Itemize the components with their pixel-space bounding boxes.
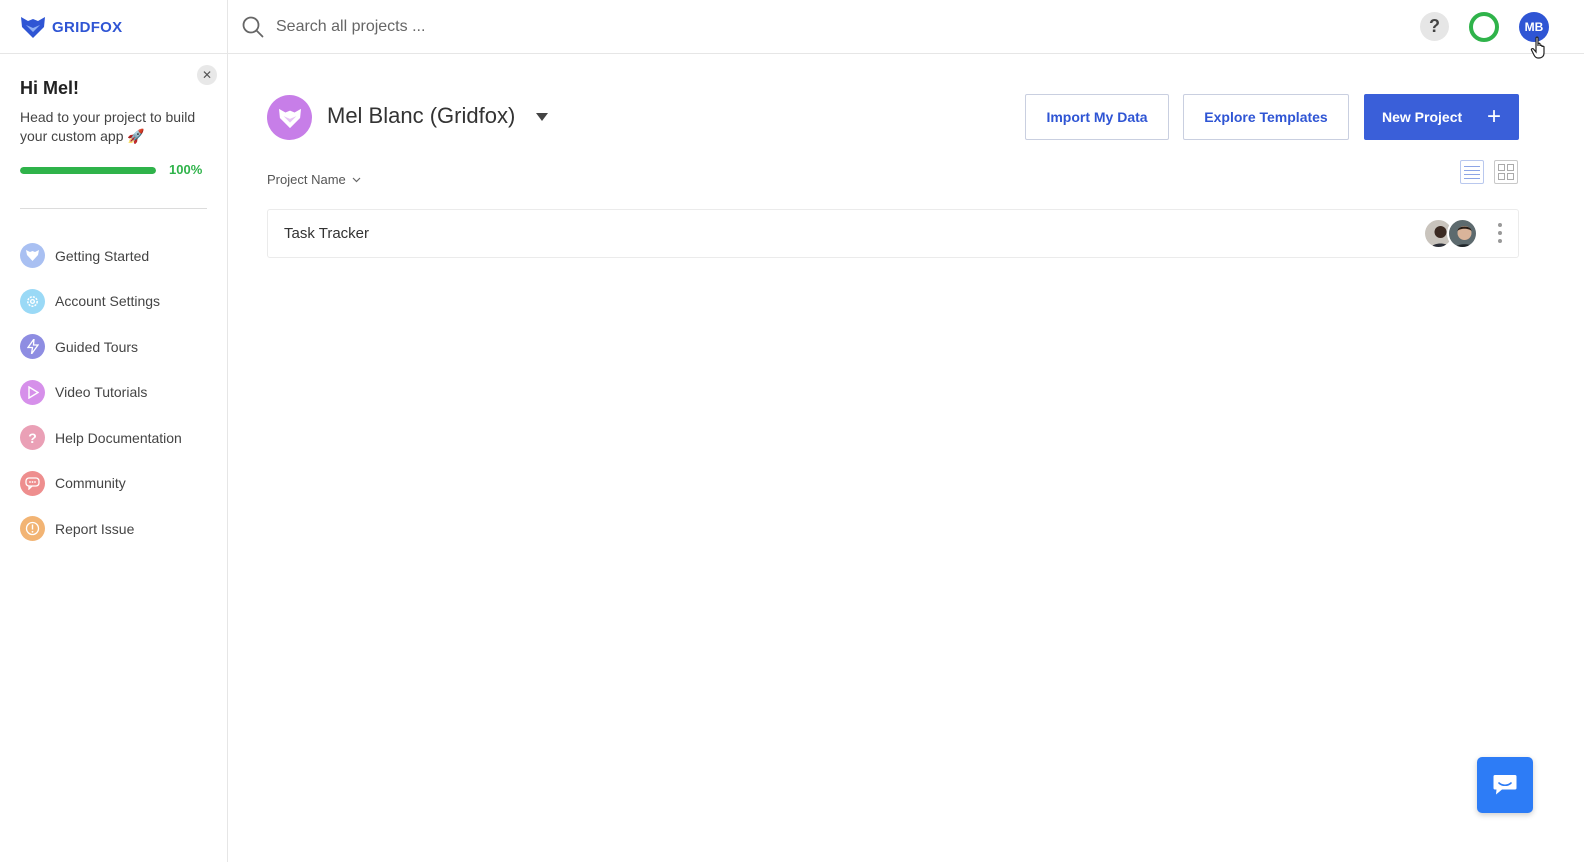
welcome-panel: Hi Mel! Head to your project to build yo…: [20, 78, 215, 146]
sidebar-item-label: Report Issue: [55, 520, 135, 537]
sort-label: Project Name: [267, 172, 346, 187]
list-line: [1464, 165, 1480, 167]
search-icon: [242, 16, 264, 43]
sidebar-item-account-settings[interactable]: Account Settings: [20, 279, 182, 325]
sidebar-item-label: Getting Started: [55, 247, 150, 264]
search-input[interactable]: [276, 12, 876, 42]
workspace-avatar: [267, 95, 312, 140]
more-options-icon[interactable]: [1498, 223, 1502, 243]
main-content: Mel Blanc (Gridfox) Import My Data Explo…: [228, 55, 1584, 862]
sidebar-item-guided-tours[interactable]: Guided Tours: [20, 324, 182, 370]
fox-logo-icon: [278, 108, 301, 128]
sidebar-item-getting-started[interactable]: Getting Started: [20, 233, 182, 279]
help-button[interactable]: ?: [1420, 12, 1449, 41]
import-data-button[interactable]: Import My Data: [1025, 94, 1169, 140]
plus-icon: +: [1486, 103, 1501, 130]
sidebar-item-label: Help Documentation: [55, 429, 182, 446]
sidebar-item-label: Community: [55, 475, 126, 492]
progress-fill: [20, 167, 156, 174]
sidebar-item-community[interactable]: Community: [20, 461, 182, 507]
project-members: [1423, 218, 1478, 249]
list-line: [1464, 169, 1480, 171]
member-avatar: [1447, 218, 1478, 249]
fox-icon: [20, 243, 45, 269]
chat-bubble-icon: [1493, 775, 1517, 795]
grid-cell: [1507, 164, 1514, 171]
sidebar-item-label: Video Tutorials: [55, 384, 148, 401]
logo-text: GRIDFOX: [52, 18, 123, 36]
grid-view-toggle[interactable]: [1494, 160, 1518, 184]
welcome-message: Head to your project to build your custo…: [20, 109, 196, 144]
gridfox-logo[interactable]: GRIDFOX: [20, 14, 122, 40]
sidebar-item-video-tutorials[interactable]: Video Tutorials: [20, 370, 182, 416]
list-view-toggle[interactable]: [1460, 160, 1484, 184]
project-row[interactable]: Task Tracker: [267, 209, 1519, 258]
help-icon: ?: [1429, 16, 1440, 36]
project-name: Task Tracker: [284, 225, 370, 242]
question-icon: ?: [20, 425, 45, 451]
sidebar: GRIDFOX ✕ Hi Mel! Head to your project t…: [0, 0, 228, 862]
lightning-icon: [20, 334, 45, 360]
kebab-dot: [1498, 231, 1502, 235]
kebab-dot: [1498, 223, 1502, 227]
new-project-label: New Project: [1382, 109, 1463, 125]
chat-icon: [20, 470, 45, 496]
kebab-dot: [1498, 239, 1502, 243]
fox-logo-icon: [21, 17, 45, 38]
grid-cell: [1498, 173, 1505, 180]
alert-icon: [20, 516, 45, 542]
chevron-down-icon: [352, 177, 361, 182]
sidebar-item-label: Guided Tours: [55, 338, 139, 355]
progress-percent: 100%: [169, 162, 203, 177]
sidebar-item-help-documentation[interactable]: ? Help Documentation: [20, 415, 182, 461]
top-bar: ? MB: [228, 0, 1584, 54]
sidebar-divider: [20, 208, 207, 209]
sidebar-item-report-issue[interactable]: Report Issue: [20, 506, 182, 552]
gear-icon: [20, 288, 45, 314]
sidebar-header-divider: [0, 53, 228, 54]
play-icon: [20, 379, 45, 405]
explore-templates-button[interactable]: Explore Templates: [1183, 94, 1349, 140]
grid-cell: [1507, 173, 1514, 180]
caret-down-icon[interactable]: [536, 113, 548, 121]
progress-bar: [20, 167, 156, 174]
list-line: [1464, 177, 1480, 179]
list-line: [1464, 173, 1480, 175]
status-indicator[interactable]: [1469, 12, 1499, 42]
new-project-button[interactable]: New Project +: [1364, 94, 1519, 140]
sidebar-item-label: Account Settings: [55, 293, 161, 310]
welcome-title: Hi Mel!: [20, 78, 80, 98]
chat-widget-button[interactable]: [1477, 757, 1533, 813]
grid-cell: [1498, 164, 1505, 171]
sidebar-nav: Getting Started Account Settings Guided …: [20, 233, 182, 552]
workspace-name[interactable]: Mel Blanc (Gridfox): [327, 103, 515, 129]
sort-project-name[interactable]: Project Name: [267, 172, 361, 187]
